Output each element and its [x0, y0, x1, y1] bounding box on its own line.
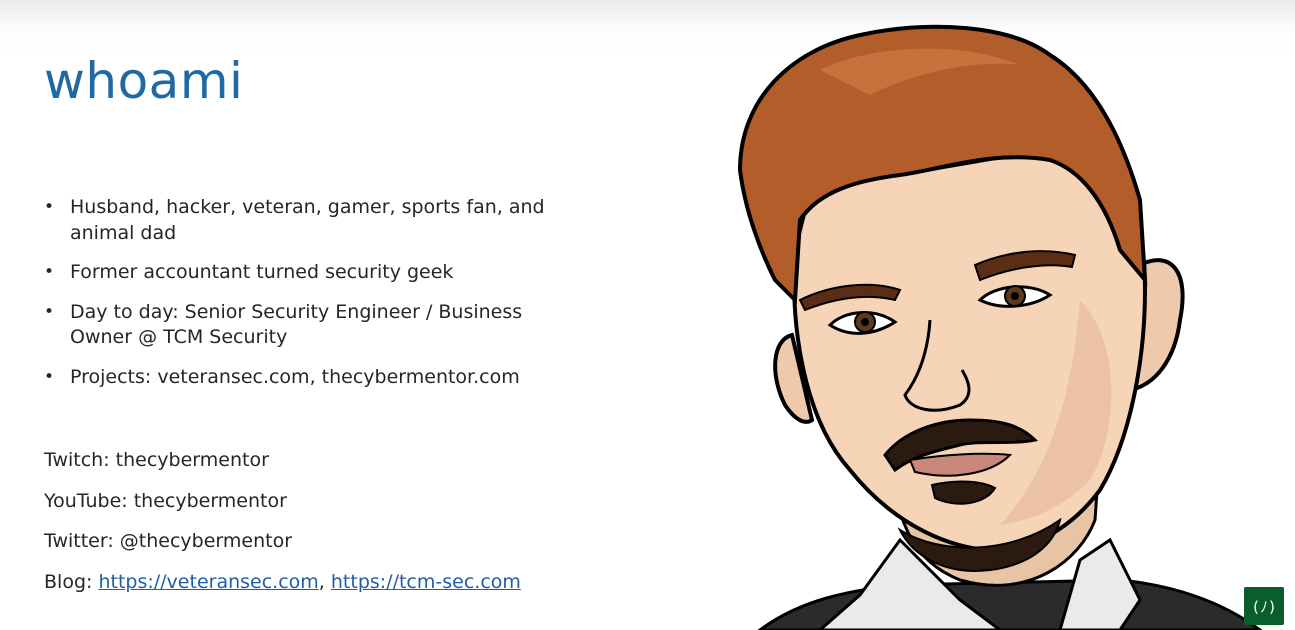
bullet-marker: • — [44, 301, 55, 322]
bullet-text: Former accountant turned security geek — [70, 261, 454, 283]
contact-youtube: YouTube: thecybermentor — [44, 489, 287, 512]
freecodecamp-logo-icon: (ﾉ) — [1244, 587, 1284, 625]
bullet-item: • Husband, hacker, veteran, gamer, sport… — [44, 195, 564, 246]
cartoon-portrait-illustration — [737, 24, 1263, 630]
contact-list: Twitch: thecybermentor YouTube: thecyber… — [44, 448, 521, 610]
slide-title: whoami — [44, 52, 244, 110]
bullet-marker: • — [44, 366, 55, 387]
bullet-item: • Day to day: Senior Security Engineer /… — [44, 300, 564, 351]
bullet-list: • Husband, hacker, veteran, gamer, sport… — [44, 195, 564, 404]
blog-link-tcm-sec[interactable]: https://tcm-sec.com — [331, 571, 521, 593]
bullet-text: Day to day: Senior Security Engineer / B… — [70, 300, 523, 349]
bullet-item: • Former accountant turned security geek — [44, 260, 564, 286]
contact-blog: Blog: https://veteransec.com, https://tc… — [44, 570, 521, 611]
bullet-text: Husband, hacker, veteran, gamer, sports … — [70, 196, 545, 244]
bullet-text: Projects: veteransec.com, thecybermentor… — [70, 365, 520, 388]
blog-link-veteransec[interactable]: https://veteransec.com — [98, 571, 318, 593]
bullet-item: • Projects: veteransec.com, thecyberment… — [44, 365, 564, 391]
blog-separator: , — [318, 570, 325, 593]
contact-twitter: Twitter: @thecybermentor — [44, 530, 293, 552]
bullet-marker: • — [44, 262, 55, 282]
bullet-marker: • — [44, 197, 55, 217]
contact-twitch: Twitch: thecybermentor — [44, 449, 269, 471]
presentation-slide: whoami • Husband, hacker, veteran, gamer… — [0, 0, 1295, 630]
blog-label: Blog: — [44, 570, 99, 593]
badge-glyph: (ﾉ) — [1251, 597, 1277, 616]
